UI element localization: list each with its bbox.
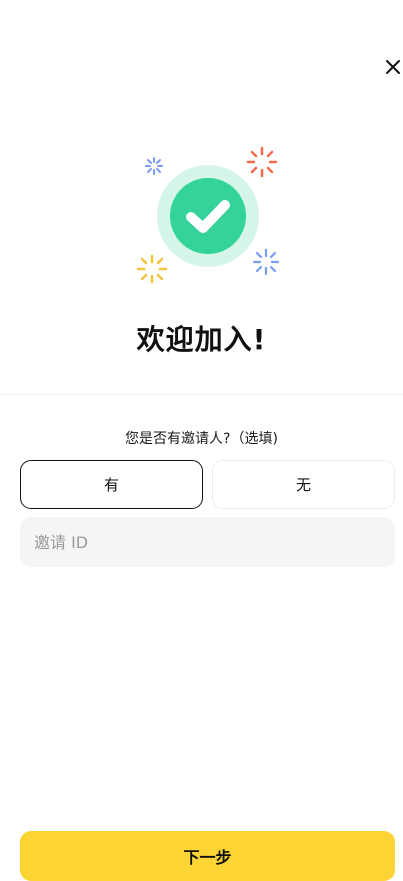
success-illustration	[130, 140, 290, 300]
sparkle-icon	[252, 248, 280, 276]
close-button[interactable]	[380, 54, 403, 80]
invite-question: 您是否有邀请人?（选填)	[125, 431, 278, 447]
option-no-label: 无	[295, 476, 311, 494]
next-button-label: 下一步	[183, 848, 232, 867]
option-yes-button[interactable]: 有	[20, 460, 203, 509]
sparkle-icon	[145, 157, 163, 175]
option-no-button[interactable]: 无	[212, 460, 395, 509]
page-title: 欢迎加入!	[136, 323, 267, 356]
close-icon	[386, 60, 400, 74]
sparkle-icon	[246, 146, 278, 178]
sparkle-icon	[136, 254, 168, 284]
next-button[interactable]: 下一步	[20, 831, 395, 881]
option-yes-label: 有	[103, 476, 119, 494]
divider	[0, 394, 403, 395]
invite-id-input[interactable]	[20, 517, 395, 567]
